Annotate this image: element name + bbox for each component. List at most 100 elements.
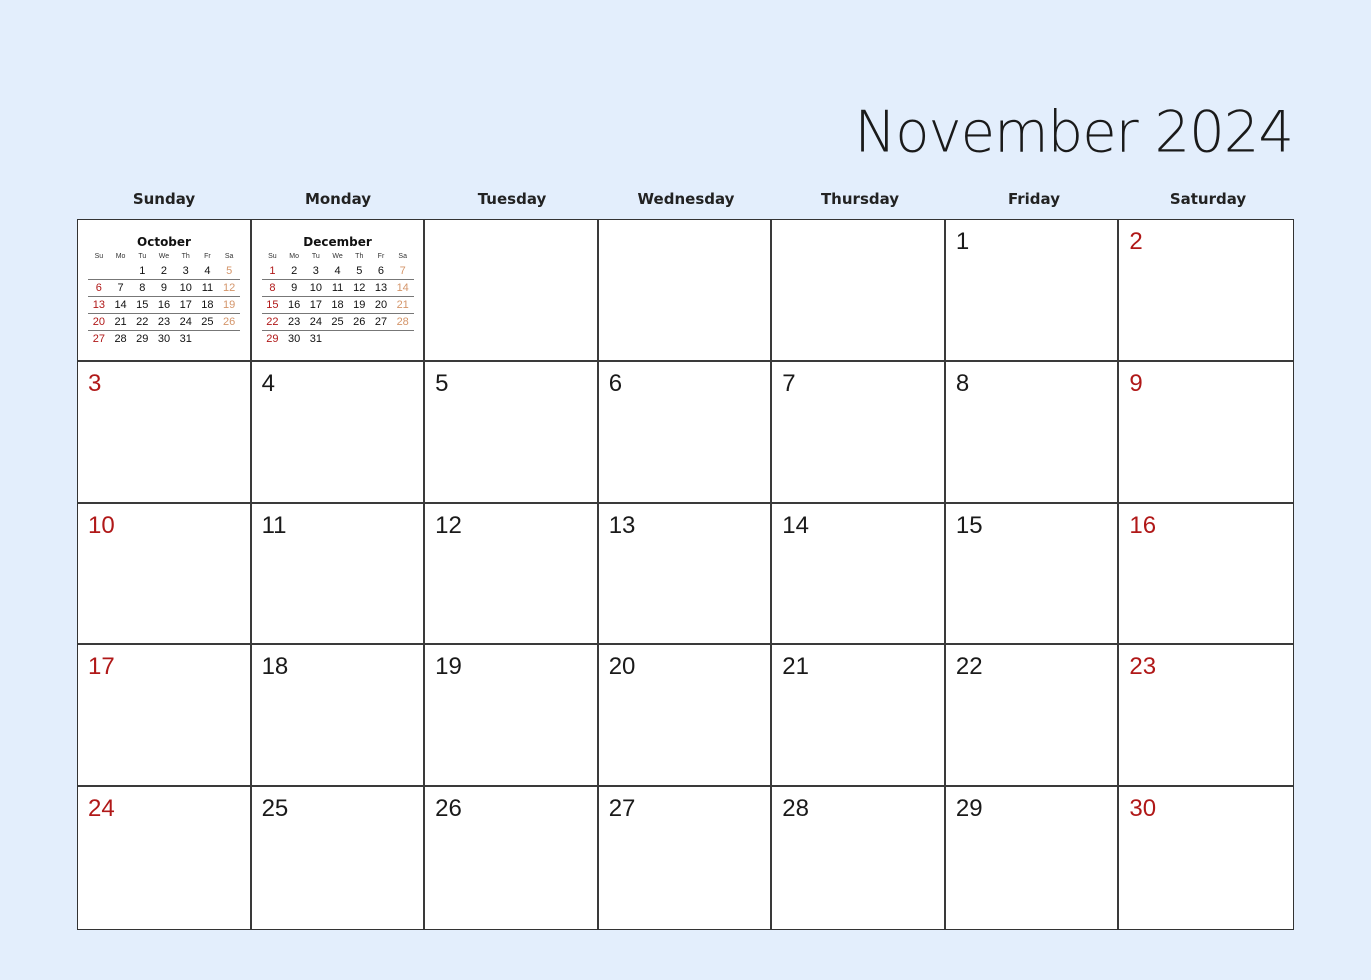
day-cell: 22 bbox=[945, 645, 1120, 788]
empty-cell bbox=[425, 220, 599, 362]
mini-day: 4 bbox=[334, 265, 341, 277]
mini-calendar-week: 20 21 22 23 24 25 26 bbox=[88, 314, 240, 331]
day-number: 20 bbox=[608, 653, 636, 681]
day-cell: 16 bbox=[1119, 503, 1293, 646]
day-cell: 18 bbox=[251, 645, 426, 788]
mini-day bbox=[370, 331, 392, 347]
mini-day: 12 bbox=[353, 282, 366, 294]
day-number: 14 bbox=[782, 511, 809, 539]
mini-day: 4 bbox=[204, 265, 211, 277]
mini-day: 10 bbox=[309, 282, 322, 294]
mini-day bbox=[218, 331, 240, 347]
mini-day: 27 bbox=[92, 333, 105, 345]
empty-cell: October Su Mo Tu We Th Fr Sa 1 2 3 4 5 6 7 8 9 10 11 12 13 14… bbox=[78, 220, 252, 362]
day-cell: 20 bbox=[598, 645, 773, 788]
day-cell: 8 bbox=[945, 361, 1120, 504]
mini-calendar-week: 8 9 10 11 12 13 14 bbox=[261, 280, 414, 297]
day-number: 13 bbox=[608, 511, 636, 539]
day-number: 10 bbox=[88, 511, 115, 539]
day-cell: 28 bbox=[772, 787, 946, 929]
mini-day: 28 bbox=[114, 333, 127, 345]
day-cell: 15 bbox=[945, 503, 1120, 646]
mini-day: 29 bbox=[266, 333, 279, 345]
day-cell: 4 bbox=[251, 361, 426, 504]
mini-day bbox=[88, 263, 110, 279]
mini-calendar-week: 27 28 29 30 31 bbox=[88, 331, 240, 347]
day-number: 5 bbox=[435, 369, 449, 397]
mini-day: 8 bbox=[269, 282, 276, 294]
day-number: 28 bbox=[782, 795, 809, 823]
mini-calendar-week: 29 30 31 bbox=[262, 331, 414, 347]
calendar-title: November 2024 bbox=[854, 99, 1294, 166]
mini-weekday-label: Mo bbox=[289, 253, 299, 260]
day-number: 21 bbox=[782, 653, 809, 681]
day-cell: 26 bbox=[425, 787, 599, 929]
mini-calendar-october: October Su Mo Tu We Th Fr Sa 1 2 3 4 5 6 7 8 9 10 11 12 13 14… bbox=[88, 235, 240, 347]
mini-calendar-title: December bbox=[303, 235, 372, 249]
mini-calendar-week: 13 14 15 16 17 18 19 bbox=[88, 297, 240, 314]
day-cell: 10 bbox=[78, 503, 252, 646]
mini-day bbox=[348, 331, 370, 347]
mini-day: 1 bbox=[269, 265, 276, 277]
day-cell: 14 bbox=[772, 503, 946, 646]
day-cell: 13 bbox=[598, 503, 773, 646]
day-cell: 11 bbox=[251, 503, 426, 646]
mini-day: 26 bbox=[353, 316, 366, 328]
mini-day: 9 bbox=[160, 282, 168, 294]
mini-day bbox=[327, 331, 349, 347]
mini-day: 10 bbox=[179, 282, 192, 294]
mini-day: 11 bbox=[331, 282, 344, 294]
mini-day: 30 bbox=[157, 333, 171, 345]
mini-day: 12 bbox=[223, 282, 236, 294]
day-cell: 6 bbox=[598, 361, 773, 504]
day-cell: 21 bbox=[772, 645, 946, 788]
mini-day: 15 bbox=[136, 299, 149, 311]
day-number: 9 bbox=[1129, 369, 1143, 397]
mini-calendar-december: December Su Mo Tu We Th Fr Sa 1 2 3 4 5 6 7 8 9 10 11 12 13 1… bbox=[261, 235, 414, 347]
mini-day: 19 bbox=[353, 299, 366, 311]
day-number: 2 bbox=[1129, 228, 1143, 255]
mini-calendar-week: 22 23 24 25 26 27 28 bbox=[261, 314, 414, 331]
mini-day: 9 bbox=[291, 282, 298, 294]
day-cell: 17 bbox=[78, 645, 252, 788]
day-cell: 1 bbox=[945, 220, 1120, 362]
day-number: 6 bbox=[608, 369, 623, 397]
mini-day: 25 bbox=[331, 316, 344, 328]
mini-day: 23 bbox=[157, 316, 171, 328]
mini-day: 7 bbox=[117, 282, 124, 294]
mini-day: 13 bbox=[92, 299, 105, 311]
mini-calendar-week: 6 7 8 9 10 11 12 bbox=[88, 280, 240, 297]
mini-day: 14 bbox=[396, 282, 409, 294]
day-cell: 24 bbox=[78, 787, 252, 929]
mini-day: 16 bbox=[157, 299, 171, 311]
mini-day: 19 bbox=[223, 299, 236, 311]
mini-weekday-label: Sa bbox=[224, 253, 234, 260]
mini-day bbox=[392, 331, 414, 347]
day-cell: 9 bbox=[1119, 361, 1293, 504]
day-cell: 3 bbox=[78, 361, 252, 504]
mini-day: 2 bbox=[291, 265, 298, 277]
mini-calendar-weekday-row: Su Mo Tu We Th Fr Sa bbox=[262, 251, 414, 263]
day-number: 22 bbox=[955, 653, 983, 681]
mini-day: 31 bbox=[309, 333, 322, 345]
day-number: 1 bbox=[955, 228, 970, 255]
mini-weekday-label: Su bbox=[94, 253, 104, 260]
mini-day: 22 bbox=[136, 316, 149, 328]
mini-calendar-weekday-row: Su Mo Tu We Th Fr Sa bbox=[88, 251, 240, 263]
mini-weekday-label: Tu bbox=[311, 253, 320, 260]
mini-weekday-label: Th bbox=[355, 253, 364, 260]
mini-day: 15 bbox=[266, 299, 279, 311]
day-number: 16 bbox=[1129, 511, 1157, 539]
empty-cell bbox=[598, 220, 773, 362]
mini-day: 16 bbox=[288, 299, 301, 311]
day-number: 30 bbox=[1129, 795, 1157, 823]
empty-cell: December Su Mo Tu We Th Fr Sa 1 2 3 4 5 6 7 8 9 10 11 12 13 1… bbox=[251, 220, 426, 362]
mini-day: 20 bbox=[374, 299, 388, 311]
day-cell: 27 bbox=[598, 787, 773, 929]
mini-day: 18 bbox=[331, 299, 344, 311]
day-number: 12 bbox=[435, 511, 462, 539]
mini-calendar-week: 15 16 17 18 19 20 21 bbox=[261, 297, 414, 314]
day-cell: 29 bbox=[945, 787, 1120, 929]
mini-day: 6 bbox=[377, 265, 385, 277]
mini-day bbox=[110, 263, 132, 279]
